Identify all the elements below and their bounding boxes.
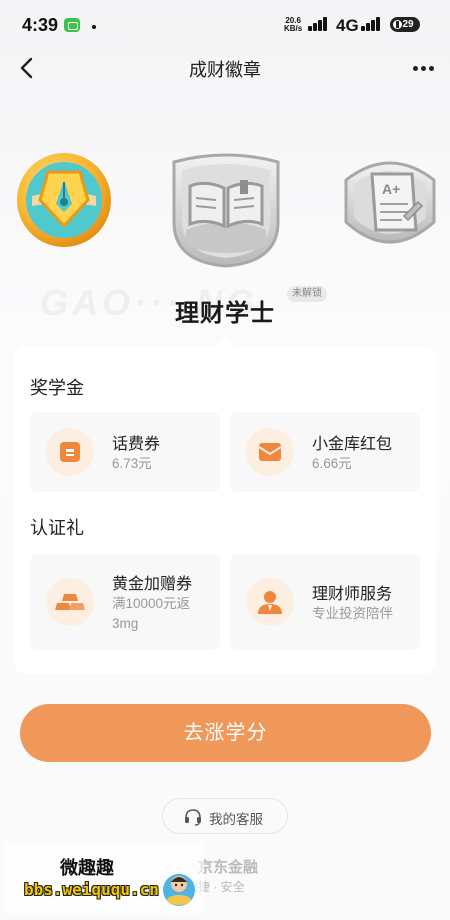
battery-level: 29 xyxy=(402,19,414,30)
mascot-icon xyxy=(163,874,195,906)
reward-name: 话费券 xyxy=(112,436,161,453)
customer-service-button[interactable]: 我的客服 xyxy=(162,798,288,834)
reward-value: 6.73元 xyxy=(112,456,152,471)
reward-name: 黄金加赠券 xyxy=(112,576,193,593)
brand-name: 京东金融 xyxy=(198,859,259,876)
reward-name: 小金库红包 xyxy=(312,436,393,453)
earn-credits-button[interactable]: 去涨学分 xyxy=(20,704,431,762)
gold-bars-icon xyxy=(46,578,94,626)
certification-title: 认证礼 xyxy=(30,518,84,538)
battery-indicator: 29 xyxy=(390,17,420,32)
reward-value: 专业投资陪伴 xyxy=(312,606,393,621)
reward-item-phone-voucher[interactable]: 话费券 6.73元 xyxy=(30,412,220,492)
book-badge-icon[interactable] xyxy=(166,150,286,270)
advisor-icon xyxy=(246,578,294,626)
customer-service-label: 我的客服 xyxy=(209,812,263,827)
reward-name: 理财师服务 xyxy=(312,586,393,603)
svg-text:A+: A+ xyxy=(382,181,400,197)
message-app-icon xyxy=(64,18,80,32)
watermark-url: bbs.weiququ.cn xyxy=(24,880,159,899)
cell-signal-icon xyxy=(361,17,383,31)
badge-title: 理财学士 xyxy=(175,300,275,327)
rewards-card: 奖学金 话费券 6.73元 小金库红包 6.66元 认证礼 黄金加赠券 满100… xyxy=(14,346,436,674)
grade-badge-icon[interactable]: A+ xyxy=(338,152,442,252)
headset-icon xyxy=(185,809,201,826)
locked-status-badge: 未解锁 xyxy=(287,286,327,302)
reward-item-gold-voucher[interactable]: 黄金加赠券 满10000元返3mg xyxy=(30,554,220,650)
red-envelope-icon xyxy=(246,428,294,476)
nav-bar: 成财徽章 xyxy=(0,48,450,88)
status-time: 4:39 xyxy=(22,15,59,35)
charging-icon xyxy=(393,20,402,29)
reward-value: 满10000元返3mg xyxy=(112,596,191,631)
network-speed-unit: KB/s xyxy=(284,24,303,33)
notification-dot-icon xyxy=(92,25,96,29)
badge-carousel[interactable]: A+ xyxy=(0,130,450,290)
reward-item-red-envelope[interactable]: 小金库红包 6.66元 xyxy=(230,412,420,492)
reward-value: 6.66元 xyxy=(312,456,352,471)
status-bar: 4:39 20.6 KB/s 4G 29 xyxy=(0,0,450,48)
wallet-icon xyxy=(46,428,94,476)
page: 4:39 20.6 KB/s 4G 29 成财徽章 GAO··· NG A+ 理… xyxy=(0,0,450,920)
page-title: 成财徽章 xyxy=(189,60,261,80)
wifi-signal-icon xyxy=(308,17,330,31)
pen-badge-icon[interactable] xyxy=(14,150,114,250)
network-type: 4G xyxy=(336,16,359,35)
more-options-icon[interactable] xyxy=(406,56,440,80)
scholarship-title: 奖学金 xyxy=(30,378,84,398)
network-speed: 20.6 KB/s xyxy=(284,17,302,33)
reward-item-advisor-service[interactable]: 理财师服务 专业投资陪伴 xyxy=(230,554,420,650)
watermark-title: 微趣趣 xyxy=(60,858,114,878)
watermark: 微趣趣 bbs.weiququ.cn xyxy=(4,842,204,914)
